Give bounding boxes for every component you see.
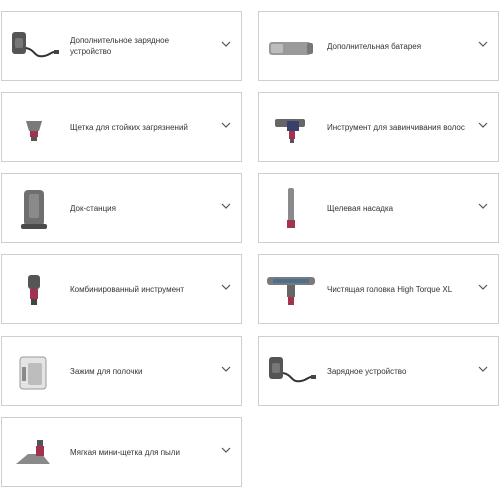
chevron-down-icon[interactable] [221,364,231,374]
charger-icon [263,343,319,401]
accessory-card-stubborn-dirt-brush[interactable]: Щетка для стойких загрязнений [1,92,242,162]
accessory-label: Щелевая насадка [327,203,394,213]
accessory-card-mini-dusting-brush[interactable]: Мягкая мини-щетка для пыли [1,417,242,487]
accessory-label: Инструмент для завинчивания волос [327,122,465,132]
charger-icon [6,18,62,76]
chevron-down-icon[interactable] [478,364,488,374]
accessory-card-dock-station[interactable]: Док-станция [1,173,242,243]
chevron-down-icon[interactable] [478,282,488,292]
accessory-label: Зажим для полочки [70,366,143,376]
accessory-card-crevice-tool[interactable]: Щелевая насадка [258,173,499,243]
hair-screw-tool-icon [263,99,319,157]
accessory-card-shelf-clip[interactable]: Зажим для полочки [1,336,242,406]
accessory-label: Дополнительная батарея [327,41,422,51]
chevron-down-icon[interactable] [221,120,231,130]
chevron-down-icon[interactable] [221,445,231,455]
chevron-down-icon[interactable] [221,201,231,211]
chevron-down-icon[interactable] [478,201,488,211]
shelf-clip-icon [6,343,62,401]
accessory-label: Дополнительное зарядное устройство [70,36,170,56]
dock-station-icon [6,180,62,238]
chevron-down-icon[interactable] [478,39,488,49]
accessory-label: Чистящая головка High Torque XL [327,284,453,294]
accessory-card-combination-tool[interactable]: Комбинированный инструмент [1,254,242,324]
accessory-label: Мягкая мини-щетка для пыли [70,447,180,457]
accessory-label: Щетка для стойких загрязнений [70,122,188,132]
accessory-card-hair-screw-tool[interactable]: Инструмент для завинчивания волос [258,92,499,162]
cleaner-head-icon [263,261,319,319]
accessory-card-cleaner-head[interactable]: Чистящая головка High Torque XL [258,254,499,324]
accessory-card-extra-battery[interactable]: Дополнительная батарея [258,11,499,81]
chevron-down-icon[interactable] [478,120,488,130]
stubborn-dirt-brush-icon [6,99,62,157]
chevron-down-icon[interactable] [221,282,231,292]
accessory-card-charger[interactable]: Зарядное устройство [258,336,499,406]
mini-soft-dusting-brush-icon [6,424,62,482]
battery-icon [263,18,319,76]
accessory-label: Комбинированный инструмент [70,284,185,294]
combination-tool-icon [6,261,62,319]
accessory-label: Зарядное устройство [327,366,407,376]
crevice-tool-icon [263,180,319,238]
accessory-card-extra-charger[interactable]: Дополнительное зарядное устройство [1,11,242,81]
chevron-down-icon[interactable] [221,39,231,49]
accessory-label: Док-станция [70,203,116,213]
